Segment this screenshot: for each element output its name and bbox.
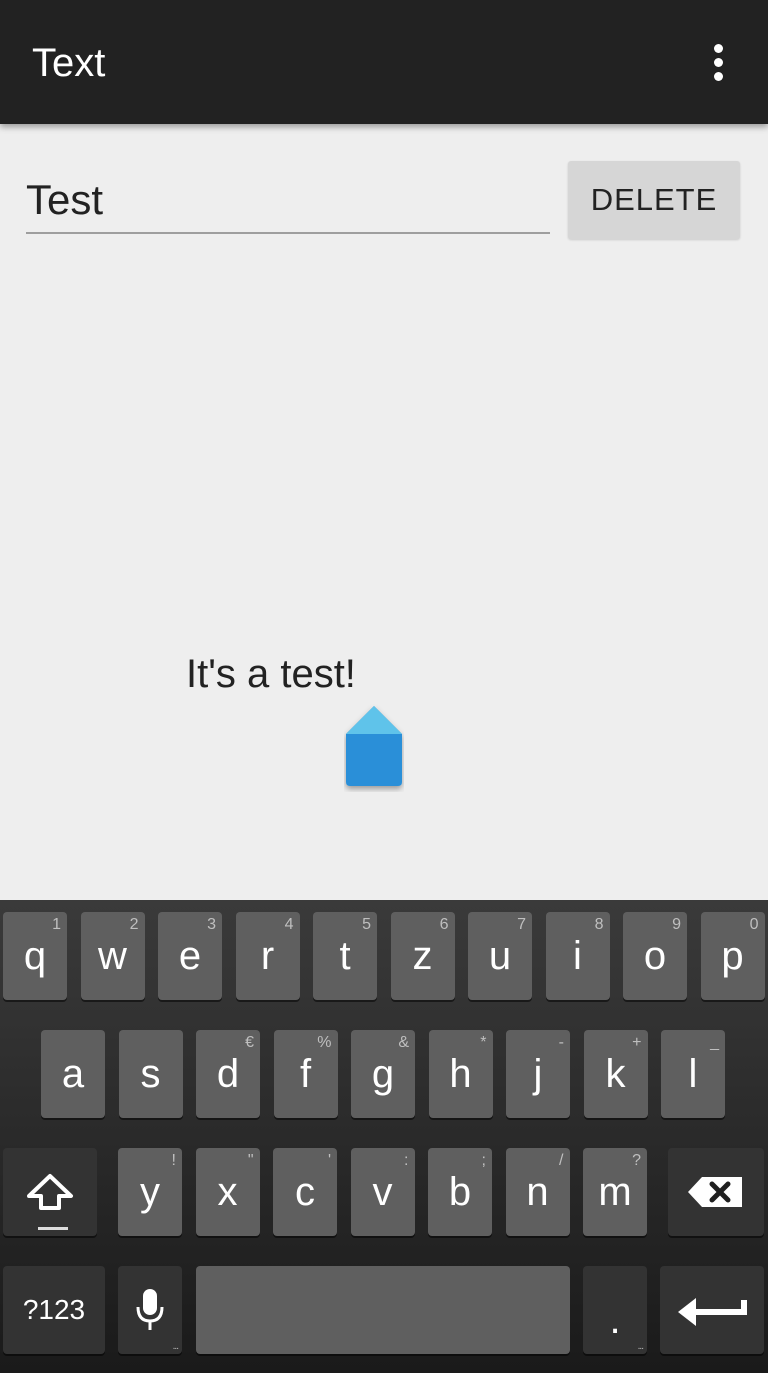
backspace-icon <box>688 1177 742 1207</box>
key-label: e <box>178 934 202 978</box>
key-label: r <box>260 934 275 978</box>
key-label: a <box>61 1052 85 1096</box>
key-label: h <box>449 1052 472 1096</box>
key-hint: 2 <box>129 916 139 933</box>
symbols-key-label: ?123 <box>22 1294 86 1325</box>
key-hint: ; <box>481 1152 486 1169</box>
key-label: f <box>299 1052 312 1096</box>
key-hint: 1 <box>52 916 61 933</box>
key-e[interactable]: e3 <box>158 912 222 1000</box>
key-hint: & <box>398 1034 409 1051</box>
text-cursor-handle[interactable] <box>344 704 404 792</box>
key-label: g <box>371 1052 395 1096</box>
key-label: o <box>643 934 667 978</box>
key-x[interactable]: x " <box>195 1148 260 1236</box>
key-hint: : <box>404 1152 409 1169</box>
key-label: c <box>295 1170 315 1214</box>
key-label: x <box>217 1170 238 1214</box>
key-label: d <box>216 1052 240 1096</box>
key-label: y <box>140 1170 160 1214</box>
enter-icon <box>678 1298 747 1326</box>
key-label: v <box>372 1170 393 1214</box>
text-input-value: Test <box>26 176 104 223</box>
key-hint: ! <box>171 1152 176 1169</box>
key-hint: " <box>247 1152 254 1169</box>
key-hint: - <box>558 1034 564 1051</box>
key-label: j <box>533 1052 543 1096</box>
key-hint: ' <box>327 1152 331 1169</box>
key-hint: 9 <box>672 916 681 933</box>
key-c[interactable]: c ' <box>273 1148 337 1236</box>
key-v[interactable]: v: <box>350 1148 415 1236</box>
key-g[interactable]: g & <box>351 1030 415 1118</box>
key-hint: / <box>559 1152 564 1169</box>
key-q[interactable]: q1 <box>3 912 67 1000</box>
key-w[interactable]: w2 <box>80 912 145 1000</box>
key-hint: € <box>245 1034 254 1051</box>
key-o[interactable]: o9 <box>623 912 687 1000</box>
key-label: t <box>339 934 351 978</box>
key-hint: ? <box>632 1152 641 1169</box>
key-label: p <box>721 934 744 978</box>
key-l[interactable]: l _ <box>661 1030 725 1118</box>
action-bar: Text <box>0 0 768 124</box>
key-d[interactable]: d € <box>196 1030 260 1118</box>
soft-keyboard: q1w2e3r4t5z6u7i8o9p0 a s d € f% g & h * j - k + l _ y!… <box>0 900 768 1373</box>
text-input[interactable]: Test <box>26 170 550 234</box>
key-f[interactable]: f% <box>273 1030 338 1118</box>
delete-button[interactable]: DELETE <box>568 161 740 239</box>
key-b[interactable]: b; <box>428 1148 492 1236</box>
key-label: k <box>605 1052 626 1096</box>
space-key[interactable] <box>196 1266 570 1354</box>
symbols-key[interactable]: ?123 <box>3 1266 105 1354</box>
mic-icon <box>136 1289 164 1330</box>
key-hint: 5 <box>362 916 371 933</box>
backspace-key[interactable] <box>668 1148 764 1236</box>
key-j[interactable]: j- <box>506 1030 570 1118</box>
key-hint: _ <box>710 1034 719 1051</box>
key-hint: % <box>317 1034 332 1051</box>
key-label: m <box>598 1170 632 1214</box>
more-vert-icon[interactable] <box>700 40 736 84</box>
key-z[interactable]: z6 <box>390 912 455 1000</box>
mic-key[interactable]: ... <box>118 1266 182 1354</box>
key-label: w <box>98 934 127 978</box>
key-label: u <box>488 934 512 978</box>
key-hint: 0 <box>749 916 759 933</box>
key-label: q <box>23 934 47 978</box>
key-a[interactable]: a <box>41 1030 105 1118</box>
enter-key[interactable] <box>660 1266 764 1354</box>
key-hint: 8 <box>594 916 604 933</box>
key-h[interactable]: h * <box>428 1030 493 1118</box>
key-hint: + <box>632 1034 642 1051</box>
key-k[interactable]: k + <box>583 1030 648 1118</box>
key-label: z <box>412 934 433 978</box>
key-n[interactable]: n / <box>505 1148 570 1236</box>
key-hint: 7 <box>517 916 526 933</box>
period-key[interactable]: . ... <box>583 1266 647 1354</box>
key-label: b <box>448 1170 472 1214</box>
shift-icon <box>27 1174 73 1210</box>
app-title: Text <box>32 41 106 85</box>
period-key-label: . <box>609 1298 621 1342</box>
key-p[interactable]: p0 <box>700 912 765 1000</box>
key-t[interactable]: t5 <box>313 912 377 1000</box>
key-u[interactable]: u7 <box>468 912 532 1000</box>
key-m[interactable]: m? <box>583 1148 647 1236</box>
shift-key[interactable] <box>3 1148 97 1236</box>
key-s[interactable]: s <box>118 1030 183 1118</box>
key-hint: 3 <box>207 916 216 933</box>
key-y[interactable]: y! <box>118 1148 182 1236</box>
key-r[interactable]: r4 <box>235 912 300 1000</box>
key-label: n <box>526 1170 549 1214</box>
key-hint: 4 <box>284 916 294 933</box>
output-text: It's a test! <box>186 652 356 696</box>
key-hint: 6 <box>439 916 449 933</box>
key-hint: * <box>480 1034 487 1051</box>
key-i[interactable]: i8 <box>545 912 610 1000</box>
key-label: l <box>688 1052 698 1096</box>
key-label: s <box>140 1052 161 1096</box>
key-label: i <box>573 934 582 978</box>
